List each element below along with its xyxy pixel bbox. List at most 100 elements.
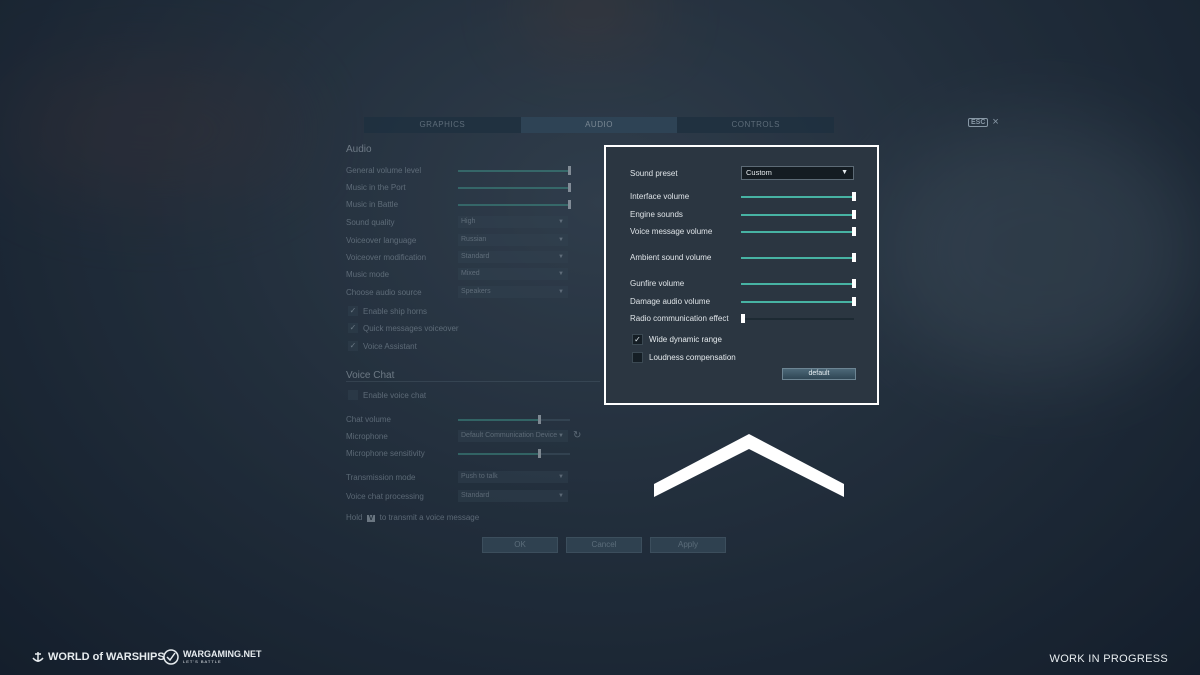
voiceover-modification-dropdown[interactable]: Standard ▼ xyxy=(458,251,568,263)
caret-down-icon: ▼ xyxy=(841,169,848,176)
checkmark-icon[interactable]: ✓ xyxy=(632,334,643,345)
checkbox-box[interactable] xyxy=(632,352,643,363)
voiceover-modification-label: Voiceover modification xyxy=(346,253,427,262)
sound-preset-label: Sound preset xyxy=(630,169,678,178)
enable-voice-chat-label: Enable voice chat xyxy=(363,391,427,400)
audio-source-dropdown[interactable]: Speakers ▼ xyxy=(458,286,568,298)
caret-down-icon: ▼ xyxy=(558,254,564,260)
wargaming-emblem-icon xyxy=(163,649,179,665)
apply-button[interactable]: Apply xyxy=(650,537,726,553)
chat-volume-slider[interactable] xyxy=(458,415,570,424)
gunfire-volume-slider[interactable] xyxy=(741,279,856,288)
esc-key-icon: ESC xyxy=(968,117,989,127)
music-port-row: Music in the Port xyxy=(346,181,586,195)
radio-effect-slider[interactable] xyxy=(741,314,854,323)
refresh-icon[interactable]: ↻ xyxy=(573,430,581,441)
music-port-label: Music in the Port xyxy=(346,183,406,192)
music-port-slider[interactable] xyxy=(458,183,571,192)
voice-processing-label: Voice chat processing xyxy=(346,492,424,501)
voice-assistant-label: Voice Assistant xyxy=(363,342,417,351)
tab-audio[interactable]: AUDIO xyxy=(520,117,678,133)
cancel-button[interactable]: Cancel xyxy=(566,537,642,553)
voice-assistant-checkbox[interactable]: ✓ Voice Assistant xyxy=(346,340,586,354)
loudness-compensation-checkbox[interactable]: Loudness compensation xyxy=(632,351,852,365)
sound-preset-dropdown[interactable]: Custom ▼ xyxy=(741,166,854,180)
slider-thumb[interactable] xyxy=(538,415,541,424)
engine-sounds-slider[interactable] xyxy=(741,210,856,219)
tab-graphics[interactable]: GRAPHICS xyxy=(364,117,521,133)
slider-thumb[interactable] xyxy=(852,297,856,306)
mic-sensitivity-slider[interactable] xyxy=(458,449,570,458)
interface-volume-row: Interface volume xyxy=(630,190,856,204)
slider-thumb[interactable] xyxy=(568,183,571,192)
slider-thumb[interactable] xyxy=(852,279,856,288)
sound-preset-row: Sound preset Custom ▼ xyxy=(630,166,856,181)
voiceover-language-label: Voiceover language xyxy=(346,236,417,245)
ambient-sound-volume-slider[interactable] xyxy=(741,253,856,262)
slider-thumb[interactable] xyxy=(568,166,571,175)
chevron-up-icon xyxy=(654,434,844,497)
microphone-label: Microphone xyxy=(346,432,388,441)
slider-thumb[interactable] xyxy=(852,192,856,201)
slider-thumb[interactable] xyxy=(852,210,856,219)
interface-volume-slider[interactable] xyxy=(741,192,856,201)
default-button[interactable]: default xyxy=(782,368,856,380)
voice-processing-row: Voice chat processing Standard ▼ xyxy=(346,490,586,504)
tab-controls[interactable]: CONTROLS xyxy=(677,117,834,133)
audio-source-row: Choose audio source Speakers ▼ xyxy=(346,286,586,300)
caret-down-icon: ▼ xyxy=(558,474,564,480)
voiceover-language-row: Voiceover language Russian ▼ xyxy=(346,234,586,248)
dropdown-value: Standard xyxy=(461,492,490,499)
enable-voice-chat-checkbox[interactable]: Enable voice chat xyxy=(346,389,586,403)
wargaming-logo-text: WARGAMING.NET xyxy=(183,648,262,659)
mic-sensitivity-row: Microphone sensitivity xyxy=(346,447,586,461)
slider-thumb[interactable] xyxy=(741,314,745,323)
wide-dynamic-range-label: Wide dynamic range xyxy=(649,335,722,344)
close-control[interactable]: ESC × xyxy=(968,116,999,128)
background-dim xyxy=(0,0,1200,675)
chat-volume-row: Chat volume xyxy=(346,413,586,427)
voice-processing-dropdown[interactable]: Standard ▼ xyxy=(458,490,568,502)
caret-down-icon: ▼ xyxy=(558,219,564,225)
voice-hint-text: Hold V to transmit a voice message xyxy=(346,513,479,522)
close-icon[interactable]: × xyxy=(992,116,998,128)
wide-dynamic-range-checkbox[interactable]: ✓ Wide dynamic range xyxy=(632,333,852,347)
general-volume-label: General volume level xyxy=(346,166,422,175)
checkbox-box[interactable] xyxy=(348,390,358,400)
damage-audio-volume-slider[interactable] xyxy=(741,297,856,306)
wows-logo-text: WORLD of WARSHIPS xyxy=(48,651,165,663)
checkmark-icon[interactable]: ✓ xyxy=(348,306,358,316)
hint-suffix: to transmit a voice message xyxy=(379,513,480,522)
transmission-mode-dropdown[interactable]: Push to talk ▼ xyxy=(458,471,568,483)
mic-sensitivity-label: Microphone sensitivity xyxy=(346,449,425,458)
radio-effect-row: Radio communication effect xyxy=(630,312,856,326)
dropdown-value: Push to talk xyxy=(461,473,498,480)
slider-thumb[interactable] xyxy=(538,449,541,458)
voice-message-volume-slider[interactable] xyxy=(741,227,856,236)
damage-audio-volume-row: Damage audio volume xyxy=(630,295,856,309)
slider-thumb[interactable] xyxy=(852,227,856,236)
slider-thumb[interactable] xyxy=(852,253,856,262)
wows-logo: WORLD of WARSHIPS xyxy=(32,651,165,663)
voiceover-language-dropdown[interactable]: Russian ▼ xyxy=(458,234,568,246)
ship-horns-checkbox[interactable]: ✓ Enable ship horns xyxy=(346,305,586,319)
music-battle-slider[interactable] xyxy=(458,200,571,209)
general-volume-slider[interactable] xyxy=(458,166,571,175)
music-mode-dropdown[interactable]: Mixed ▼ xyxy=(458,268,568,280)
microphone-dropdown[interactable]: Default Communication Device ▼ xyxy=(458,430,568,442)
music-battle-row: Music in Battle xyxy=(346,198,586,212)
caret-down-icon: ▼ xyxy=(558,271,564,277)
audio-section-title: Audio xyxy=(346,144,372,155)
settings-tabs: GRAPHICS AUDIO CONTROLS xyxy=(364,117,834,133)
quick-messages-checkbox[interactable]: ✓ Quick messages voiceover xyxy=(346,322,586,336)
checkmark-icon[interactable]: ✓ xyxy=(348,341,358,351)
checkmark-icon[interactable]: ✓ xyxy=(348,323,358,333)
slider-thumb[interactable] xyxy=(568,200,571,209)
caret-down-icon: ▼ xyxy=(558,237,564,243)
general-volume-row: General volume level xyxy=(346,164,586,178)
sound-quality-dropdown[interactable]: High ▼ xyxy=(458,216,568,228)
ok-button[interactable]: OK xyxy=(482,537,558,553)
section-divider xyxy=(346,381,600,382)
music-mode-label: Music mode xyxy=(346,270,390,279)
transmission-mode-row: Transmission mode Push to talk ▼ xyxy=(346,471,586,485)
